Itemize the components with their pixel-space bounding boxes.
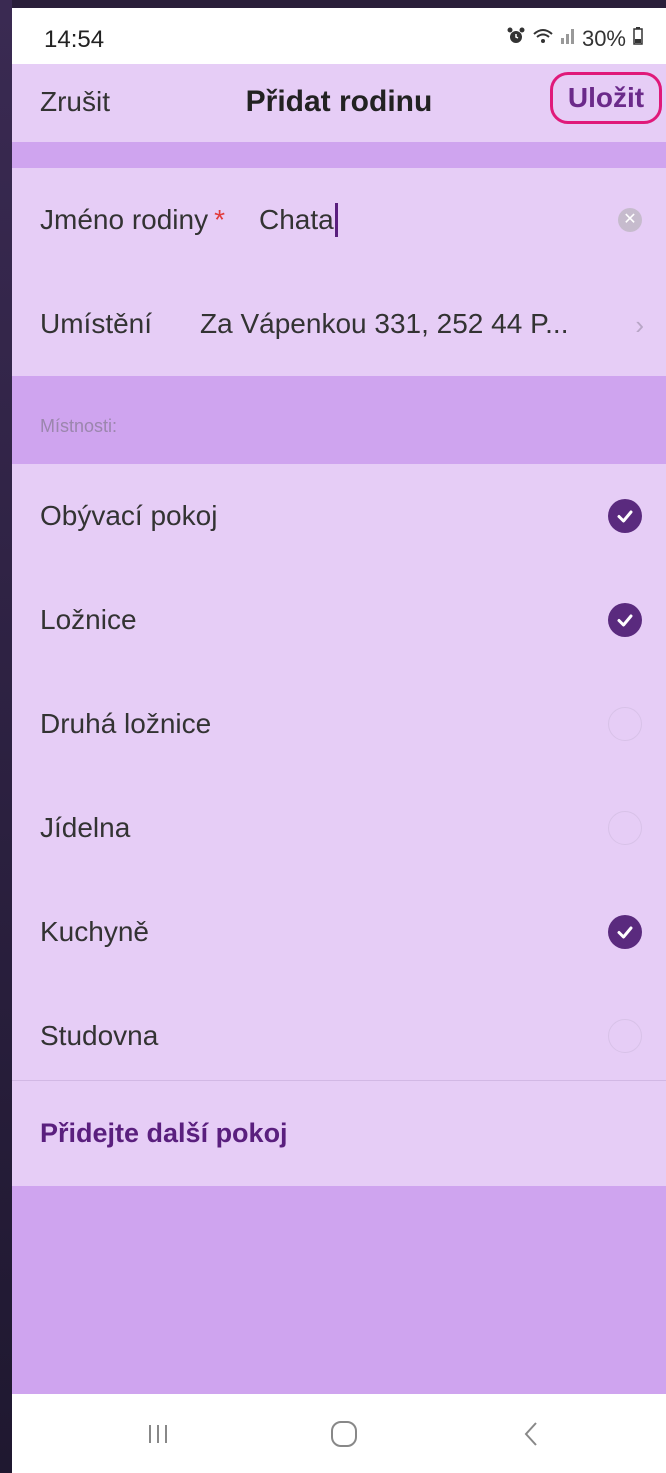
room-item[interactable]: Jídelna [12, 776, 666, 880]
alarm-icon [506, 26, 526, 52]
bottom-filler [12, 1186, 666, 1394]
text-cursor [334, 203, 338, 237]
room-checkbox[interactable] [608, 603, 642, 637]
checkmark-icon [617, 926, 633, 939]
room-item[interactable]: Ložnice [12, 568, 666, 672]
clear-input-icon[interactable]: ✕ [618, 208, 642, 232]
room-label: Studovna [40, 1020, 159, 1051]
chevron-right-icon: › [635, 310, 644, 340]
section-separator [12, 142, 666, 168]
status-icons: 30% [506, 26, 644, 52]
family-name-value: Chata [259, 204, 334, 235]
app-screen: 14:54 30% Zrušit Přidat rodinu Uložit Jm… [12, 8, 666, 1473]
back-button[interactable] [502, 1412, 562, 1456]
required-marker: * [214, 204, 225, 235]
home-icon [331, 1421, 357, 1447]
system-nav-bar [12, 1394, 666, 1473]
room-label: Jídelna [40, 812, 131, 843]
family-name-input[interactable]: Chata [259, 203, 338, 237]
location-value: Za Vápenkou 331, 252 44 P... [200, 308, 569, 339]
status-bar: 14:54 30% [12, 8, 666, 64]
battery-text: 30% [581, 26, 626, 51]
room-checkbox[interactable] [608, 915, 642, 949]
recent-apps-button[interactable] [128, 1412, 188, 1456]
rooms-header-label: Místnosti: [40, 416, 118, 436]
status-time: 14:54 [44, 26, 105, 53]
location-row[interactable]: Umístění Za Vápenkou 331, 252 44 P... › [12, 272, 666, 376]
add-room-button[interactable]: Přidejte další pokoj [40, 1118, 288, 1149]
family-name-label: Jméno rodiny [40, 204, 209, 235]
room-checkbox[interactable] [608, 499, 642, 533]
room-checkbox[interactable] [608, 1019, 642, 1053]
divider [12, 1080, 666, 1081]
checkmark-icon [617, 510, 633, 523]
room-item[interactable]: Studovna [12, 984, 666, 1088]
back-icon [524, 1422, 537, 1446]
family-name-row[interactable]: Jméno rodiny * Chata ✕ [12, 168, 666, 272]
room-checkbox[interactable] [608, 707, 642, 741]
room-item[interactable]: Obývací pokoj [12, 464, 666, 568]
signal-icon [560, 26, 576, 52]
wifi-icon [532, 26, 554, 52]
room-item[interactable]: Druhá ložnice [12, 672, 666, 776]
room-label: Obývací pokoj [40, 500, 218, 531]
save-button[interactable]: Uložit [550, 72, 662, 124]
room-item[interactable]: Kuchyně [12, 880, 666, 984]
room-label: Druhá ložnice [40, 708, 212, 739]
room-checkbox[interactable] [608, 811, 642, 845]
room-label: Kuchyně [40, 916, 149, 947]
checkmark-icon [617, 614, 633, 627]
room-label: Ložnice [40, 604, 137, 635]
device-frame [0, 0, 12, 1473]
recents-icon [149, 1425, 167, 1443]
top-app-bar: Zrušit Přidat rodinu Uložit [12, 64, 666, 142]
home-button[interactable] [314, 1412, 374, 1456]
battery-icon [632, 26, 644, 52]
location-label: Umístění [40, 308, 153, 339]
